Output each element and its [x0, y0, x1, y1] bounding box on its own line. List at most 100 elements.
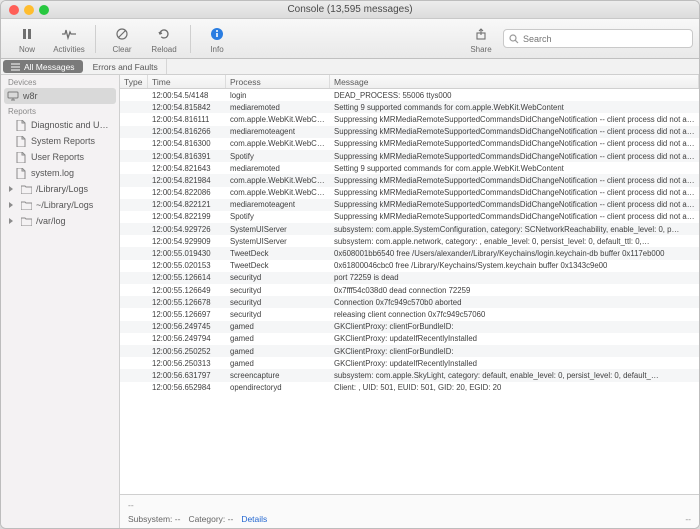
log-row[interactable]: 12:00:56.652984opendirectorydClient: , U… [120, 382, 699, 394]
footer-subsystem: Subsystem: -- [128, 514, 180, 524]
main-panel: Type Time Process Message 12:00:54.5/414… [120, 75, 699, 528]
sidebar-item-label: System Reports [31, 136, 95, 146]
body: Devices w8r Reports Diagnostic and U…Sys… [1, 75, 699, 528]
info-button[interactable]: Info [197, 21, 237, 57]
share-icon [475, 24, 487, 44]
sidebar-item[interactable]: System Reports [1, 133, 119, 149]
details-link[interactable]: Details [241, 514, 267, 524]
log-row[interactable]: 12:00:55.126697securitydreleasing client… [120, 308, 699, 320]
cell-process: SystemUIServer [226, 225, 330, 234]
cell-process: mediaremoteagent [226, 127, 330, 136]
reload-button[interactable]: Reload [144, 21, 184, 57]
sidebar-device[interactable]: w8r [4, 88, 116, 104]
filter-errors-faults[interactable]: Errors and Faults [85, 59, 167, 74]
document-icon [15, 135, 27, 147]
footer-category: Category: -- [188, 514, 233, 524]
cell-process: securityd [226, 310, 330, 319]
filter-all-messages[interactable]: All Messages [3, 60, 83, 73]
col-time[interactable]: Time [148, 75, 226, 88]
cell-message: subsystem: com.apple.network, category: … [330, 237, 699, 246]
log-row[interactable]: 12:00:56.631797screencapturesubsystem: c… [120, 369, 699, 381]
cell-process: TweetDeck [226, 261, 330, 270]
sidebar-item[interactable]: /var/log [1, 213, 119, 229]
footer-right: -- [685, 514, 691, 524]
log-row[interactable]: 12:00:54.822199SpotifySuppressing kMRMed… [120, 211, 699, 223]
log-row[interactable]: 12:00:56.250313gamedGKClientProxy: updat… [120, 357, 699, 369]
toolbar-label: Activities [53, 45, 85, 54]
log-row[interactable]: 12:00:54.816391SpotifySuppressing kMRMed… [120, 150, 699, 162]
activities-button[interactable]: Activities [49, 21, 89, 57]
sidebar-item[interactable]: Diagnostic and U… [1, 117, 119, 133]
cell-process: securityd [226, 273, 330, 282]
log-row[interactable]: 12:00:56.249794gamedGKClientProxy: updat… [120, 333, 699, 345]
cell-message: Suppressing kMRMediaRemoteSupportedComma… [330, 152, 699, 161]
cell-message: releasing client connection 0x7fc949c570… [330, 310, 699, 319]
log-row[interactable]: 12:00:56.250252gamedGKClientProxy: clien… [120, 345, 699, 357]
cell-process: gamed [226, 359, 330, 368]
cell-process: com.apple.WebKit.WebCont… [226, 115, 330, 124]
footer-dash: -- [128, 500, 691, 510]
log-row[interactable]: 12:00:54.822086com.apple.WebKit.WebCont…… [120, 187, 699, 199]
log-row[interactable]: 12:00:55.126614securitydport 72259 is de… [120, 272, 699, 284]
log-row[interactable]: 12:00:55.126678securitydConnection 0x7fc… [120, 296, 699, 308]
now-button[interactable]: Now [7, 21, 47, 57]
sidebar-item[interactable]: system.log [1, 165, 119, 181]
log-row[interactable]: 12:00:54.816111com.apple.WebKit.WebCont…… [120, 113, 699, 125]
cell-time: 12:00:54.821643 [148, 164, 226, 173]
list-icon [11, 63, 20, 71]
folder-icon [20, 183, 32, 195]
cell-message: subsystem: com.apple.SkyLight, category:… [330, 371, 699, 380]
cell-time: 12:00:54.822121 [148, 200, 226, 209]
log-row[interactable]: 12:00:54.816266mediaremoteagentSuppressi… [120, 126, 699, 138]
log-row[interactable]: 12:00:56.249745gamedGKClientProxy: clien… [120, 321, 699, 333]
toolbar-label: Clear [112, 45, 131, 54]
search-input[interactable] [523, 34, 687, 44]
document-icon [15, 151, 27, 163]
col-process[interactable]: Process [226, 75, 330, 88]
log-row[interactable]: 12:00:55.019430TweetDeck0x608001bb6540 f… [120, 247, 699, 259]
sidebar-item[interactable]: /Library/Logs [1, 181, 119, 197]
cell-process: com.apple.WebKit.WebCont… [226, 176, 330, 185]
cell-process: mediaremoted [226, 103, 330, 112]
log-row[interactable]: 12:00:55.020153TweetDeck0x61800046cbc0 f… [120, 260, 699, 272]
col-message[interactable]: Message [330, 75, 699, 88]
log-row[interactable]: 12:00:54.815842mediaremotedSetting 9 sup… [120, 101, 699, 113]
cell-time: 12:00:54.816266 [148, 127, 226, 136]
log-row[interactable]: 12:00:54.5/4148loginDEAD_PROCESS: 55006 … [120, 89, 699, 101]
sidebar-item[interactable]: User Reports [1, 149, 119, 165]
cell-time: 12:00:56.631797 [148, 371, 226, 380]
cell-process: login [226, 91, 330, 100]
cell-time: 12:00:54.816391 [148, 152, 226, 161]
col-type[interactable]: Type [120, 75, 148, 88]
log-row[interactable]: 12:00:54.929726SystemUIServersubsystem: … [120, 223, 699, 235]
document-icon [15, 167, 27, 179]
search-field[interactable] [503, 29, 693, 48]
log-row[interactable]: 12:00:54.822121mediaremoteagentSuppressi… [120, 199, 699, 211]
disclosure-icon[interactable] [7, 201, 15, 209]
cell-message: Suppressing kMRMediaRemoteSupportedComma… [330, 139, 699, 148]
pause-icon [21, 24, 33, 44]
log-row[interactable]: 12:00:54.821643mediaremotedSetting 9 sup… [120, 162, 699, 174]
imac-icon [7, 90, 19, 102]
log-rows[interactable]: 12:00:54.5/4148loginDEAD_PROCESS: 55006 … [120, 89, 699, 494]
log-row[interactable]: 12:00:54.816300com.apple.WebKit.WebCont…… [120, 138, 699, 150]
cell-process: screencapture [226, 371, 330, 380]
cell-message: Suppressing kMRMediaRemoteSupportedComma… [330, 200, 699, 209]
sidebar-item-label: w8r [23, 91, 38, 101]
cell-message: Connection 0x7fc949c570b0 aborted [330, 298, 699, 307]
toolbar-label: Share [470, 45, 491, 54]
toolbar: Now Activities Clear Reload Info [1, 19, 699, 59]
log-row[interactable]: 12:00:54.821984com.apple.WebKit.WebCont…… [120, 174, 699, 186]
log-row[interactable]: 12:00:55.126649securityd0x7fff54c038d0 d… [120, 284, 699, 296]
share-button[interactable]: Share [461, 21, 501, 57]
sidebar-item[interactable]: ~/Library/Logs [1, 197, 119, 213]
disclosure-icon[interactable] [7, 185, 15, 193]
disclosure-icon[interactable] [7, 217, 15, 225]
cell-process: Spotify [226, 152, 330, 161]
sidebar-item-label: User Reports [31, 152, 84, 162]
cell-process: Spotify [226, 212, 330, 221]
clear-button[interactable]: Clear [102, 21, 142, 57]
log-row[interactable]: 12:00:54.929909SystemUIServersubsystem: … [120, 235, 699, 247]
cell-message: 0x61800046cbc0 free /Library/Keychains/S… [330, 261, 699, 270]
cell-time: 12:00:56.249745 [148, 322, 226, 331]
